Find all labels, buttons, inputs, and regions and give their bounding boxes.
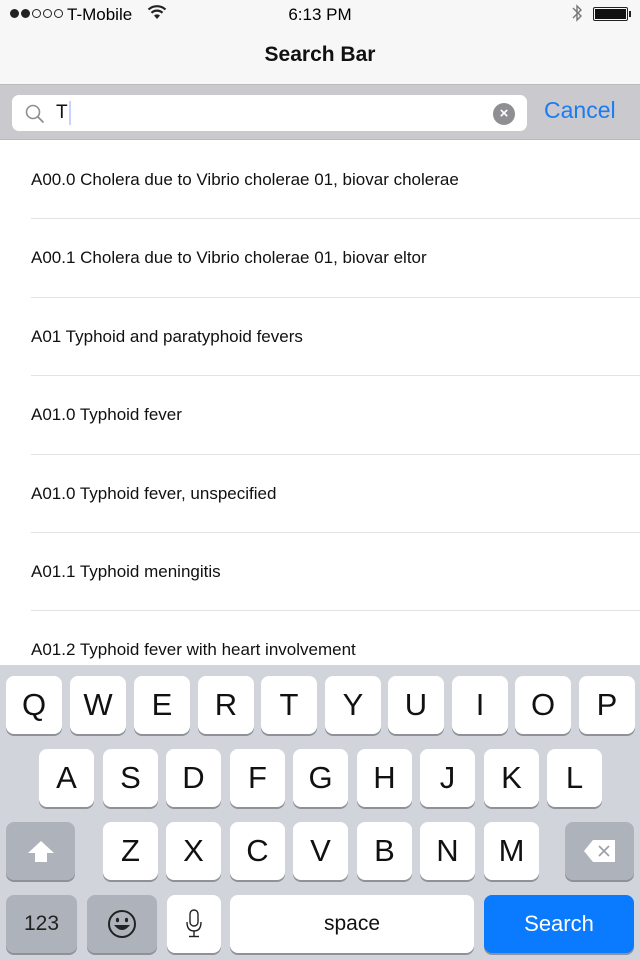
emoji-icon — [108, 910, 136, 938]
list-item-label: A01.1 Typhoid meningitis — [31, 561, 221, 581]
list-item-label: A00.1 Cholera due to Vibrio cholerae 01,… — [31, 248, 427, 268]
key-o[interactable]: O — [515, 676, 571, 734]
list-item[interactable]: A00.0 Cholera due to Vibrio cholerae 01,… — [0, 141, 640, 220]
key-i[interactable]: I — [452, 676, 508, 734]
backspace-icon — [584, 840, 615, 862]
key-x[interactable]: X — [166, 822, 221, 880]
search-icon — [24, 103, 46, 130]
key-k[interactable]: K — [484, 749, 539, 807]
key-g[interactable]: G — [293, 749, 348, 807]
key-p[interactable]: P — [579, 676, 635, 734]
key-b[interactable]: B — [357, 822, 412, 880]
key-h[interactable]: H — [357, 749, 412, 807]
search-input[interactable]: T × — [12, 95, 527, 131]
key-t[interactable]: T — [261, 676, 317, 734]
space-key[interactable]: space — [230, 895, 474, 953]
key-q[interactable]: Q — [6, 676, 62, 734]
page-title: Search Bar — [264, 43, 376, 66]
clear-icon[interactable]: × — [493, 103, 515, 125]
list-item[interactable]: A00.1 Cholera due to Vibrio cholerae 01,… — [0, 219, 640, 298]
list-item-label: A01.0 Typhoid fever, unspecified — [31, 483, 277, 503]
key-s[interactable]: S — [103, 749, 158, 807]
key-m[interactable]: M — [484, 822, 539, 880]
keyboard: Q W E R T Y U I O P A S D F G H J K L Z … — [0, 665, 640, 960]
dictation-key[interactable] — [167, 895, 221, 953]
bluetooth-icon — [570, 3, 584, 28]
search-bar: T × Cancel — [0, 84, 640, 140]
key-w[interactable]: W — [70, 676, 126, 734]
key-z[interactable]: Z — [103, 822, 158, 880]
shift-arrow-icon — [28, 841, 54, 862]
key-d[interactable]: D — [166, 749, 221, 807]
key-f[interactable]: F — [230, 749, 285, 807]
key-y[interactable]: Y — [325, 676, 381, 734]
key-c[interactable]: C — [230, 822, 285, 880]
navigation-bar: Search Bar — [0, 28, 640, 84]
list-item-label: A01.0 Typhoid fever — [31, 405, 182, 425]
search-input-value: T — [56, 102, 68, 123]
key-l[interactable]: L — [547, 749, 602, 807]
results-list: A00.0 Cholera due to Vibrio cholerae 01,… — [0, 141, 640, 666]
list-item[interactable]: A01 Typhoid and paratyphoid fevers — [0, 298, 640, 377]
microphone-icon — [186, 909, 202, 938]
list-item[interactable]: A01.0 Typhoid fever — [0, 376, 640, 455]
key-r[interactable]: R — [198, 676, 254, 734]
list-item[interactable]: A01.0 Typhoid fever, unspecified — [0, 455, 640, 533]
list-item-label: A01 Typhoid and paratyphoid fevers — [31, 326, 303, 346]
emoji-key[interactable] — [87, 895, 157, 953]
key-j[interactable]: J — [420, 749, 475, 807]
key-v[interactable]: V — [293, 822, 348, 880]
list-item[interactable]: A01.1 Typhoid meningitis — [0, 533, 640, 612]
list-item-label: A00.0 Cholera due to Vibrio cholerae 01,… — [31, 170, 459, 189]
clock: 6:13 PM — [288, 5, 352, 24]
list-item[interactable]: A01.2 Typhoid fever with heart involveme… — [0, 611, 640, 666]
numbers-key[interactable]: 123 — [6, 895, 77, 953]
text-cursor — [69, 101, 71, 125]
status-bar: T-Mobile 6:13 PM — [0, 0, 640, 28]
shift-key[interactable] — [6, 822, 75, 880]
key-a[interactable]: A — [39, 749, 94, 807]
cancel-button[interactable]: Cancel — [544, 97, 616, 124]
key-e[interactable]: E — [134, 676, 190, 734]
delete-key[interactable] — [565, 822, 634, 880]
search-key[interactable]: Search — [484, 895, 634, 953]
battery-tip — [629, 11, 631, 17]
battery-icon — [593, 7, 628, 21]
list-item-label: A01.2 Typhoid fever with heart involveme… — [31, 640, 356, 660]
key-n[interactable]: N — [420, 822, 475, 880]
key-u[interactable]: U — [388, 676, 444, 734]
